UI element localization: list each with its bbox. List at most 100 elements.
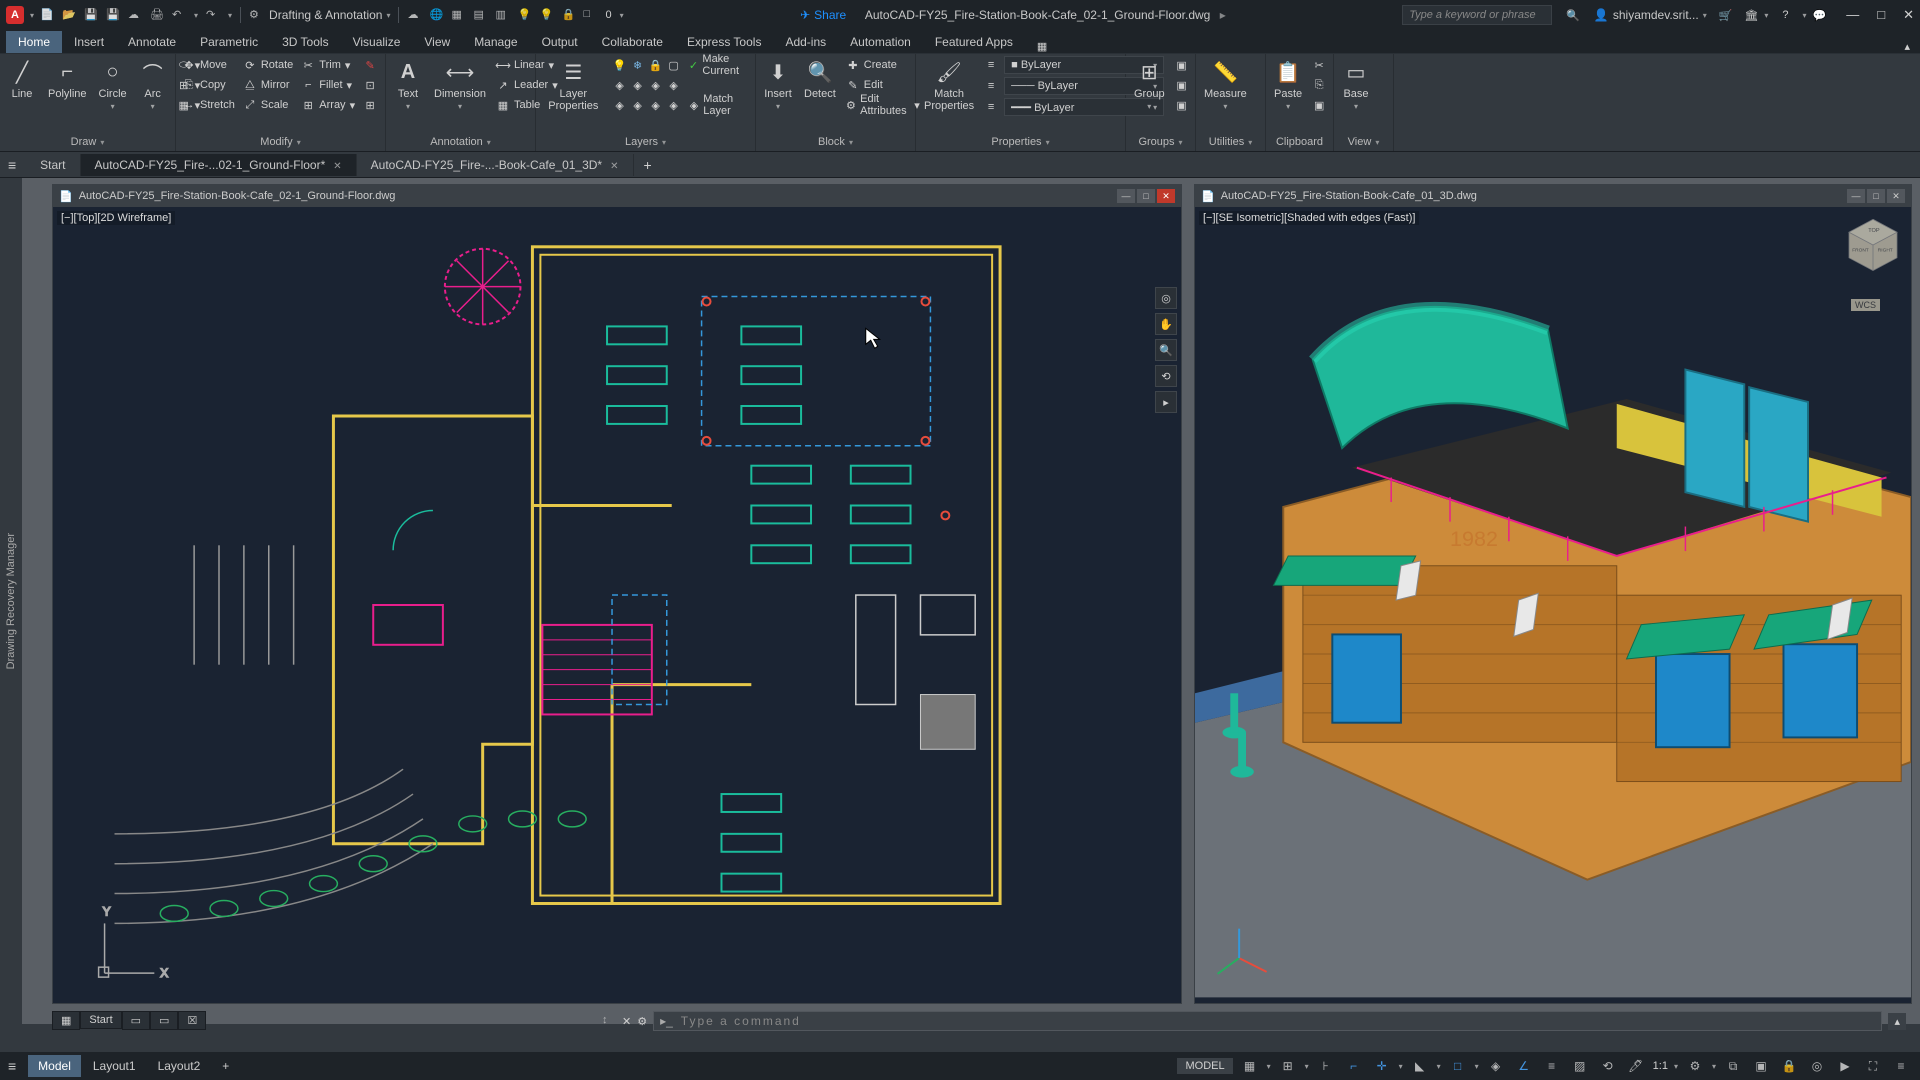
close-tab-icon[interactable]: ✕ (610, 161, 618, 172)
viewport-2d-canvas[interactable]: [−][Top][2D Wireframe] (53, 207, 1181, 1003)
tab-view[interactable]: View (412, 31, 462, 53)
polyline-button[interactable]: ⌐Polyline (44, 56, 91, 102)
strip-icon1[interactable]: ▭ (122, 1011, 150, 1030)
lineweight-toggle[interactable]: ≡ (1541, 1056, 1563, 1076)
viewport-3d[interactable]: 📄 AutoCAD-FY25_Fire-Station-Book-Cafe_01… (1194, 184, 1912, 1004)
ortho-toggle[interactable]: ⌐ (1343, 1056, 1365, 1076)
tab-parametric[interactable]: Parametric (188, 31, 270, 53)
paste-button[interactable]: 📋Paste▾ (1270, 56, 1306, 113)
ribbon-collapse-icon[interactable]: ▴ (1904, 40, 1910, 53)
layout2-tab[interactable]: Layout2 (148, 1055, 211, 1077)
grid-toggle[interactable]: ▦ (1239, 1056, 1261, 1076)
make-current-button[interactable]: ✓Make Current (687, 56, 751, 74)
app-home-icon[interactable]: 🏛 (1744, 9, 1758, 22)
strip-grid-icon[interactable]: ▦ (52, 1011, 80, 1030)
layer-tool1[interactable]: ◈◈◈◈ (611, 76, 683, 94)
otrack-toggle[interactable]: ∠ (1513, 1056, 1535, 1076)
redo-icon[interactable]: ↷ (206, 8, 220, 22)
match-layer-button[interactable]: ◈Match Layer (687, 96, 751, 114)
cmd-close-icon[interactable]: ✕ (622, 1015, 631, 1028)
file-tab-1[interactable]: AutoCAD-FY25_Fire-...02-1_Ground-Floor*✕ (81, 154, 357, 176)
tab-featuredapps[interactable]: Featured Apps (923, 31, 1025, 53)
cmd-expand-icon[interactable]: ▴ (1888, 1013, 1906, 1030)
vp-close-icon[interactable]: ✕ (1157, 189, 1175, 203)
bulb-off-icon[interactable]: 💡 (539, 8, 553, 22)
tab-manage[interactable]: Manage (462, 31, 529, 53)
plot-icon[interactable]: 🖨 (150, 8, 164, 22)
layout1-tab[interactable]: Layout1 (83, 1055, 146, 1077)
polar-toggle[interactable]: ✛ (1371, 1056, 1393, 1076)
title-chevron[interactable]: ▸ (1220, 8, 1226, 22)
modify-ext3[interactable]: ⊞ (361, 96, 379, 114)
layout-menu-icon[interactable]: ≡ (8, 1058, 16, 1074)
new-tab-button[interactable]: + (634, 153, 662, 177)
app-menu-chevron[interactable]: ▾ (30, 11, 34, 20)
viewport-2d[interactable]: 📄 AutoCAD-FY25_Fire-Station-Book-Cafe_02… (52, 184, 1182, 1004)
user-account[interactable]: 👤 shiyamdev.srit... ▾ (1594, 8, 1707, 22)
osnap-toggle[interactable]: □ (1447, 1056, 1469, 1076)
cmd-config-icon[interactable]: ⚙ (637, 1015, 647, 1028)
zoom-icon[interactable]: 🔍 (1155, 339, 1177, 361)
saveas-icon[interactable]: 💾 (106, 8, 120, 22)
annoscale-icon[interactable]: 🖊 (1625, 1056, 1647, 1076)
cloud-icon[interactable]: ☁ (407, 8, 421, 22)
cmd-history-icon[interactable]: ↕ (602, 1014, 616, 1028)
file-tab-start[interactable]: Start (26, 154, 80, 176)
strip-start[interactable]: Start (80, 1011, 121, 1029)
nav-wheel-icon[interactable]: ◎ (1155, 287, 1177, 309)
line-button[interactable]: ╱Line (4, 56, 40, 102)
search-input[interactable]: Type a keyword or phrase (1402, 5, 1552, 25)
copy-button[interactable]: ⎘Copy (180, 76, 237, 94)
gear-status-icon[interactable]: ⚙ (1684, 1056, 1706, 1076)
mirror-button[interactable]: ⧋Mirror (241, 76, 295, 94)
notification-icon[interactable]: 💬 (1813, 9, 1827, 22)
selection-cycling-toggle[interactable]: ⟲ (1597, 1056, 1619, 1076)
insert-block-button[interactable]: ⬇Insert▾ (760, 56, 796, 113)
open-icon[interactable]: 📂 (62, 8, 76, 22)
quickprops-toggle[interactable]: ▣ (1750, 1056, 1772, 1076)
vp-max-icon[interactable]: □ (1867, 189, 1885, 203)
scale-button[interactable]: ⤢Scale (241, 96, 295, 114)
lock-ui-toggle[interactable]: 🔒 (1778, 1056, 1800, 1076)
layer-properties-button[interactable]: ☰Layer Properties (540, 56, 607, 114)
workspace-selector[interactable]: Drafting & Annotation▾ (269, 8, 390, 22)
3dosnap-toggle[interactable]: ◈ (1485, 1056, 1507, 1076)
hardware-accel-toggle[interactable]: ▶ (1834, 1056, 1856, 1076)
tab-expresstools[interactable]: Express Tools (675, 31, 773, 53)
tab-home[interactable]: Home (6, 31, 62, 53)
markup-icon[interactable]: ▤ (473, 8, 487, 22)
stretch-button[interactable]: ↔Stretch (180, 96, 237, 114)
pan-icon[interactable]: ✋ (1155, 313, 1177, 335)
close-icon[interactable]: ✕ (1903, 7, 1914, 23)
wcs-label[interactable]: WCS (1851, 299, 1880, 311)
layer-tool2[interactable]: ◈◈◈◈ (611, 96, 683, 114)
web-save-icon[interactable]: ☁ (128, 8, 142, 22)
tab-visualize[interactable]: Visualize (341, 31, 413, 53)
create-block-button[interactable]: ✚Create (844, 56, 922, 74)
detect-button[interactable]: 🔍Detect (800, 56, 840, 102)
match-properties-button[interactable]: 🖌Match Properties (920, 56, 978, 114)
lock-icon[interactable]: 🔒 (561, 8, 575, 22)
close-tab-icon[interactable]: ✕ (333, 161, 341, 172)
units-toggle[interactable]: ⧉ (1722, 1056, 1744, 1076)
vp-min-icon[interactable]: — (1117, 189, 1135, 203)
ribbon-extra-icon[interactable]: ▦ (1037, 40, 1047, 53)
new-icon[interactable]: 📄 (40, 8, 54, 22)
transparency-toggle[interactable]: ▨ (1569, 1056, 1591, 1076)
arc-button[interactable]: ⌒Arc▾ (135, 56, 171, 113)
orbit-icon[interactable]: ⟲ (1155, 365, 1177, 387)
save-icon[interactable]: 💾 (84, 8, 98, 22)
undo-icon[interactable]: ↶ (172, 8, 186, 22)
tab-insert[interactable]: Insert (62, 31, 116, 53)
bulb-on-icon[interactable]: 💡 (517, 8, 531, 22)
strip-icon2[interactable]: ▭ (150, 1011, 178, 1030)
edit-block-button[interactable]: ✎Edit (844, 76, 922, 94)
tab-collaborate[interactable]: Collaborate (590, 31, 675, 53)
viewport-3d-canvas[interactable]: [−][SE Isometric][Shaded with edges (Fas… (1195, 207, 1911, 1003)
isolate-toggle[interactable]: ◎ (1806, 1056, 1828, 1076)
help-icon[interactable]: ? (1782, 9, 1788, 21)
trim-button[interactable]: ✂Trim ▾ (299, 56, 357, 74)
showmotion-icon[interactable]: ▸ (1155, 391, 1177, 413)
model-tab[interactable]: Model (28, 1055, 81, 1077)
app-icon[interactable]: A (6, 6, 24, 24)
